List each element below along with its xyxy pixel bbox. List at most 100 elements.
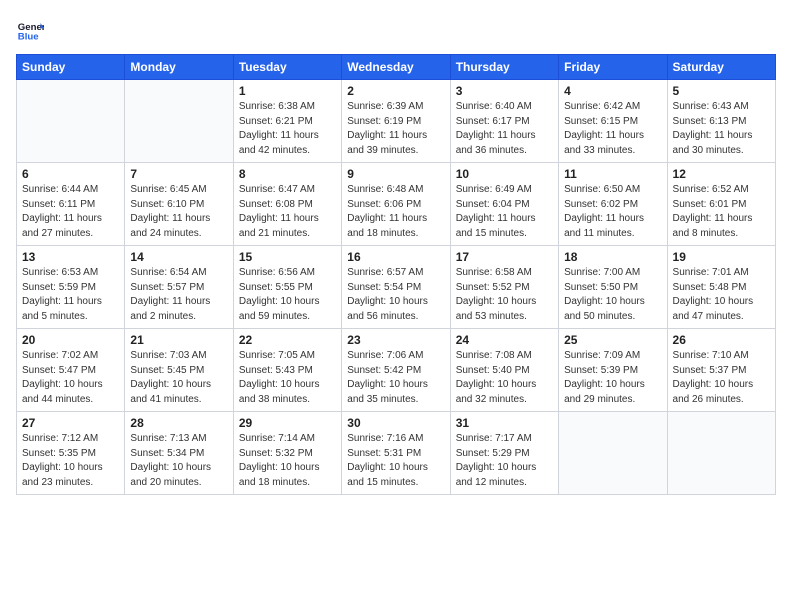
cell-content: Sunrise: 7:10 AM Sunset: 5:37 PM Dayligh… (673, 349, 770, 407)
day-number: 9 (347, 167, 444, 181)
calendar-cell: 26 Sunrise: 7:10 AM Sunset: 5:37 PM Dayli… (667, 329, 775, 412)
calendar-cell (559, 412, 667, 495)
day-number: 1 (239, 84, 336, 98)
calendar-week: 20 Sunrise: 7:02 AM Sunset: 5:47 PM Dayli… (17, 329, 776, 412)
cell-content: Sunrise: 7:16 AM Sunset: 5:31 PM Dayligh… (347, 432, 444, 490)
calendar-cell: 16Sunrise: 6:57 AM Sunset: 5:54 PM Dayli… (342, 246, 450, 329)
calendar-cell: 8 Sunrise: 6:47 AM Sunset: 6:08 PM Daylig… (233, 163, 341, 246)
calendar-header: SundayMondayTuesdayWednesdayThursdayFrid… (17, 55, 776, 80)
svg-text:Blue: Blue (18, 32, 39, 43)
calendar-cell: 2 Sunrise: 6:39 AM Sunset: 6:19 PM Daylig… (342, 80, 450, 163)
day-number: 20 (22, 333, 119, 347)
cell-content: Sunrise: 7:14 AM Sunset: 5:32 PM Dayligh… (239, 432, 336, 490)
logo-icon: General Blue (16, 16, 44, 44)
cell-content: Sunrise: 7:03 AM Sunset: 5:45 PM Dayligh… (130, 349, 227, 407)
cell-content: Sunrise: 7:01 AM Sunset: 5:48 PM Dayligh… (673, 266, 770, 324)
day-number: 24 (456, 333, 553, 347)
calendar-cell: 19 Sunrise: 7:01 AM Sunset: 5:48 PM Dayli… (667, 246, 775, 329)
day-number: 31 (456, 416, 553, 430)
cell-content: Sunrise: 6:52 AM Sunset: 6:01 PM Dayligh… (673, 183, 770, 241)
cell-content: Sunrise: 7:06 AM Sunset: 5:42 PM Dayligh… (347, 349, 444, 407)
day-number: 6 (22, 167, 119, 181)
cell-content: Sunrise: 6:44 AM Sunset: 6:11 PM Dayligh… (22, 183, 119, 241)
cell-content: Sunrise: 6:45 AM Sunset: 6:10 PM Dayligh… (130, 183, 227, 241)
day-number: 4 (564, 84, 661, 98)
calendar-week: 6 Sunrise: 6:44 AM Sunset: 6:11 PM Daylig… (17, 163, 776, 246)
calendar-cell: 13Sunrise: 6:53 AM Sunset: 5:59 PM Dayli… (17, 246, 125, 329)
day-number: 10 (456, 167, 553, 181)
cell-content: Sunrise: 6:57 AM Sunset: 5:54 PM Dayligh… (347, 266, 444, 324)
cell-content: Sunrise: 6:54 AM Sunset: 5:57 PM Dayligh… (130, 266, 227, 324)
calendar-cell: 9Sunrise: 6:48 AM Sunset: 6:06 PM Daylig… (342, 163, 450, 246)
day-number: 25 (564, 333, 661, 347)
header-day: Monday (125, 55, 233, 80)
calendar-cell: 14Sunrise: 6:54 AM Sunset: 5:57 PM Dayli… (125, 246, 233, 329)
cell-content: Sunrise: 6:38 AM Sunset: 6:21 PM Dayligh… (239, 100, 336, 158)
calendar-cell: 31 Sunrise: 7:17 AM Sunset: 5:29 PM Dayli… (450, 412, 558, 495)
calendar-cell: 5Sunrise: 6:43 AM Sunset: 6:13 PM Daylig… (667, 80, 775, 163)
calendar-cell: 11 Sunrise: 6:50 AM Sunset: 6:02 PM Dayli… (559, 163, 667, 246)
cell-content: Sunrise: 6:49 AM Sunset: 6:04 PM Dayligh… (456, 183, 553, 241)
day-number: 3 (456, 84, 553, 98)
calendar-cell: 27Sunrise: 7:12 AM Sunset: 5:35 PM Dayli… (17, 412, 125, 495)
day-number: 26 (673, 333, 770, 347)
day-number: 2 (347, 84, 444, 98)
calendar-table: SundayMondayTuesdayWednesdayThursdayFrid… (16, 54, 776, 495)
calendar-cell: 22Sunrise: 7:05 AM Sunset: 5:43 PM Dayli… (233, 329, 341, 412)
day-number: 30 (347, 416, 444, 430)
cell-content: Sunrise: 7:02 AM Sunset: 5:47 PM Dayligh… (22, 349, 119, 407)
day-number: 11 (564, 167, 661, 181)
calendar-cell: 25Sunrise: 7:09 AM Sunset: 5:39 PM Dayli… (559, 329, 667, 412)
day-number: 8 (239, 167, 336, 181)
calendar-cell: 28 Sunrise: 7:13 AM Sunset: 5:34 PM Dayli… (125, 412, 233, 495)
cell-content: Sunrise: 6:39 AM Sunset: 6:19 PM Dayligh… (347, 100, 444, 158)
cell-content: Sunrise: 6:43 AM Sunset: 6:13 PM Dayligh… (673, 100, 770, 158)
calendar-body: 1 Sunrise: 6:38 AM Sunset: 6:21 PM Daylig… (17, 80, 776, 495)
cell-content: Sunrise: 6:47 AM Sunset: 6:08 PM Dayligh… (239, 183, 336, 241)
cell-content: Sunrise: 6:58 AM Sunset: 5:52 PM Dayligh… (456, 266, 553, 324)
calendar-week: 27Sunrise: 7:12 AM Sunset: 5:35 PM Dayli… (17, 412, 776, 495)
page: General Blue SundayMondayTuesdayWednesda… (0, 0, 792, 612)
calendar-cell: 29 Sunrise: 7:14 AM Sunset: 5:32 PM Dayli… (233, 412, 341, 495)
calendar-cell: 30 Sunrise: 7:16 AM Sunset: 5:31 PM Dayli… (342, 412, 450, 495)
calendar-cell: 12 Sunrise: 6:52 AM Sunset: 6:01 PM Dayli… (667, 163, 775, 246)
day-number: 18 (564, 250, 661, 264)
cell-content: Sunrise: 7:17 AM Sunset: 5:29 PM Dayligh… (456, 432, 553, 490)
calendar-cell (17, 80, 125, 163)
calendar-cell: 23 Sunrise: 7:06 AM Sunset: 5:42 PM Dayli… (342, 329, 450, 412)
day-number: 28 (130, 416, 227, 430)
header-day: Friday (559, 55, 667, 80)
day-number: 29 (239, 416, 336, 430)
calendar-cell (667, 412, 775, 495)
cell-content: Sunrise: 6:40 AM Sunset: 6:17 PM Dayligh… (456, 100, 553, 158)
day-number: 21 (130, 333, 227, 347)
calendar-cell: 21 Sunrise: 7:03 AM Sunset: 5:45 PM Dayli… (125, 329, 233, 412)
header-day: Wednesday (342, 55, 450, 80)
calendar-cell: 1 Sunrise: 6:38 AM Sunset: 6:21 PM Daylig… (233, 80, 341, 163)
calendar-cell: 24Sunrise: 7:08 AM Sunset: 5:40 PM Dayli… (450, 329, 558, 412)
day-number: 12 (673, 167, 770, 181)
calendar-cell: 15 Sunrise: 6:56 AM Sunset: 5:55 PM Dayli… (233, 246, 341, 329)
day-number: 23 (347, 333, 444, 347)
cell-content: Sunrise: 6:56 AM Sunset: 5:55 PM Dayligh… (239, 266, 336, 324)
header-row: SundayMondayTuesdayWednesdayThursdayFrid… (17, 55, 776, 80)
day-number: 17 (456, 250, 553, 264)
cell-content: Sunrise: 6:50 AM Sunset: 6:02 PM Dayligh… (564, 183, 661, 241)
logo: General Blue (16, 16, 48, 44)
day-number: 19 (673, 250, 770, 264)
day-number: 27 (22, 416, 119, 430)
day-number: 22 (239, 333, 336, 347)
header: General Blue (16, 16, 776, 44)
calendar-week: 13Sunrise: 6:53 AM Sunset: 5:59 PM Dayli… (17, 246, 776, 329)
calendar-cell: 7 Sunrise: 6:45 AM Sunset: 6:10 PM Daylig… (125, 163, 233, 246)
calendar-cell: 18 Sunrise: 7:00 AM Sunset: 5:50 PM Dayli… (559, 246, 667, 329)
header-day: Sunday (17, 55, 125, 80)
calendar-cell (125, 80, 233, 163)
header-day: Tuesday (233, 55, 341, 80)
header-day: Thursday (450, 55, 558, 80)
cell-content: Sunrise: 6:42 AM Sunset: 6:15 PM Dayligh… (564, 100, 661, 158)
day-number: 15 (239, 250, 336, 264)
day-number: 7 (130, 167, 227, 181)
cell-content: Sunrise: 7:00 AM Sunset: 5:50 PM Dayligh… (564, 266, 661, 324)
cell-content: Sunrise: 7:13 AM Sunset: 5:34 PM Dayligh… (130, 432, 227, 490)
